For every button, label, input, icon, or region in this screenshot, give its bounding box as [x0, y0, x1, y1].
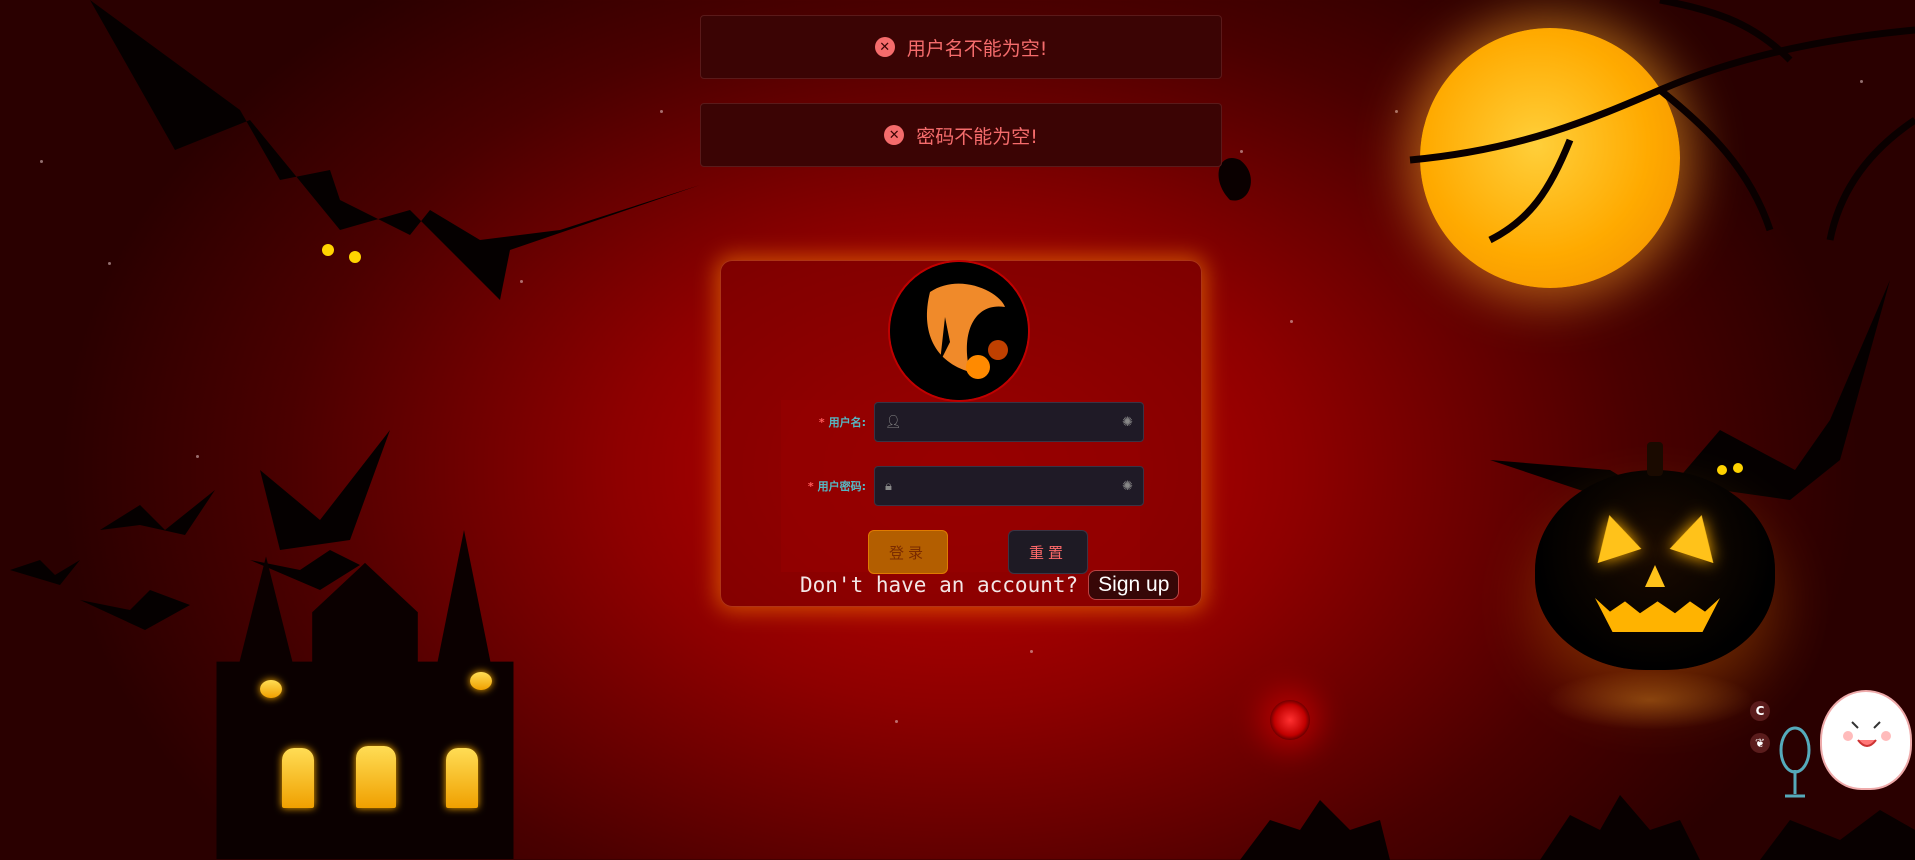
tree-branches-illustration	[1218, 0, 1915, 244]
password-input[interactable]: 🔒︎ ✺	[874, 466, 1144, 506]
password-row: * 用户密码: 🔒︎ ✺	[781, 466, 1144, 506]
error-circle-icon[interactable]: ✕	[884, 125, 905, 145]
error-alert-username: ✕ 用户名不能为空!	[700, 15, 1222, 79]
mascot-character[interactable]	[1820, 690, 1912, 790]
side-widget-button[interactable]: ❦	[1750, 733, 1770, 753]
error-circle-icon[interactable]: ✕	[874, 37, 895, 57]
clear-icon[interactable]: ✺	[1122, 415, 1133, 430]
username-input[interactable]: 👤︎ ✺	[874, 402, 1144, 442]
username-row: * 用户名: 👤︎ ✺	[781, 402, 1144, 442]
required-mark: *	[807, 480, 814, 493]
login-button[interactable]: 登录	[868, 530, 948, 574]
signup-prompt: Don't have an account?	[800, 573, 1079, 597]
house-window	[470, 672, 492, 690]
red-orb-glow	[1270, 700, 1310, 740]
password-label-text: 用户密码:	[817, 480, 866, 493]
pumpkin-glow	[1545, 670, 1755, 730]
halloween-logo-avatar	[890, 262, 1028, 400]
large-bat-illustration	[90, 0, 700, 300]
username-label: * 用户名:	[781, 414, 874, 430]
house-window	[260, 680, 282, 698]
house-window	[356, 746, 396, 808]
required-mark: *	[818, 416, 825, 429]
house-window	[446, 748, 478, 808]
username-label-text: 用户名:	[828, 416, 866, 429]
signup-line: Don't have an account? Sign up	[800, 570, 1180, 600]
error-alert-password: ✕ 密码不能为空!	[700, 103, 1222, 167]
alert-message: 用户名不能为空!	[906, 37, 1048, 60]
lock-icon: 🔒︎	[885, 478, 892, 494]
house-window	[282, 748, 314, 808]
password-label: * 用户密码:	[781, 478, 874, 494]
fan-icon	[1779, 726, 1811, 798]
reset-button[interactable]: 重置	[1008, 530, 1088, 574]
clear-icon[interactable]: ✺	[1122, 479, 1133, 494]
jack-o-lantern-illustration	[1535, 442, 1775, 670]
alert-message: 密码不能为空!	[916, 125, 1038, 148]
signup-button[interactable]: Sign up	[1088, 570, 1180, 600]
user-icon: 👤︎	[885, 414, 902, 430]
side-widget-button[interactable]: C	[1750, 701, 1770, 721]
